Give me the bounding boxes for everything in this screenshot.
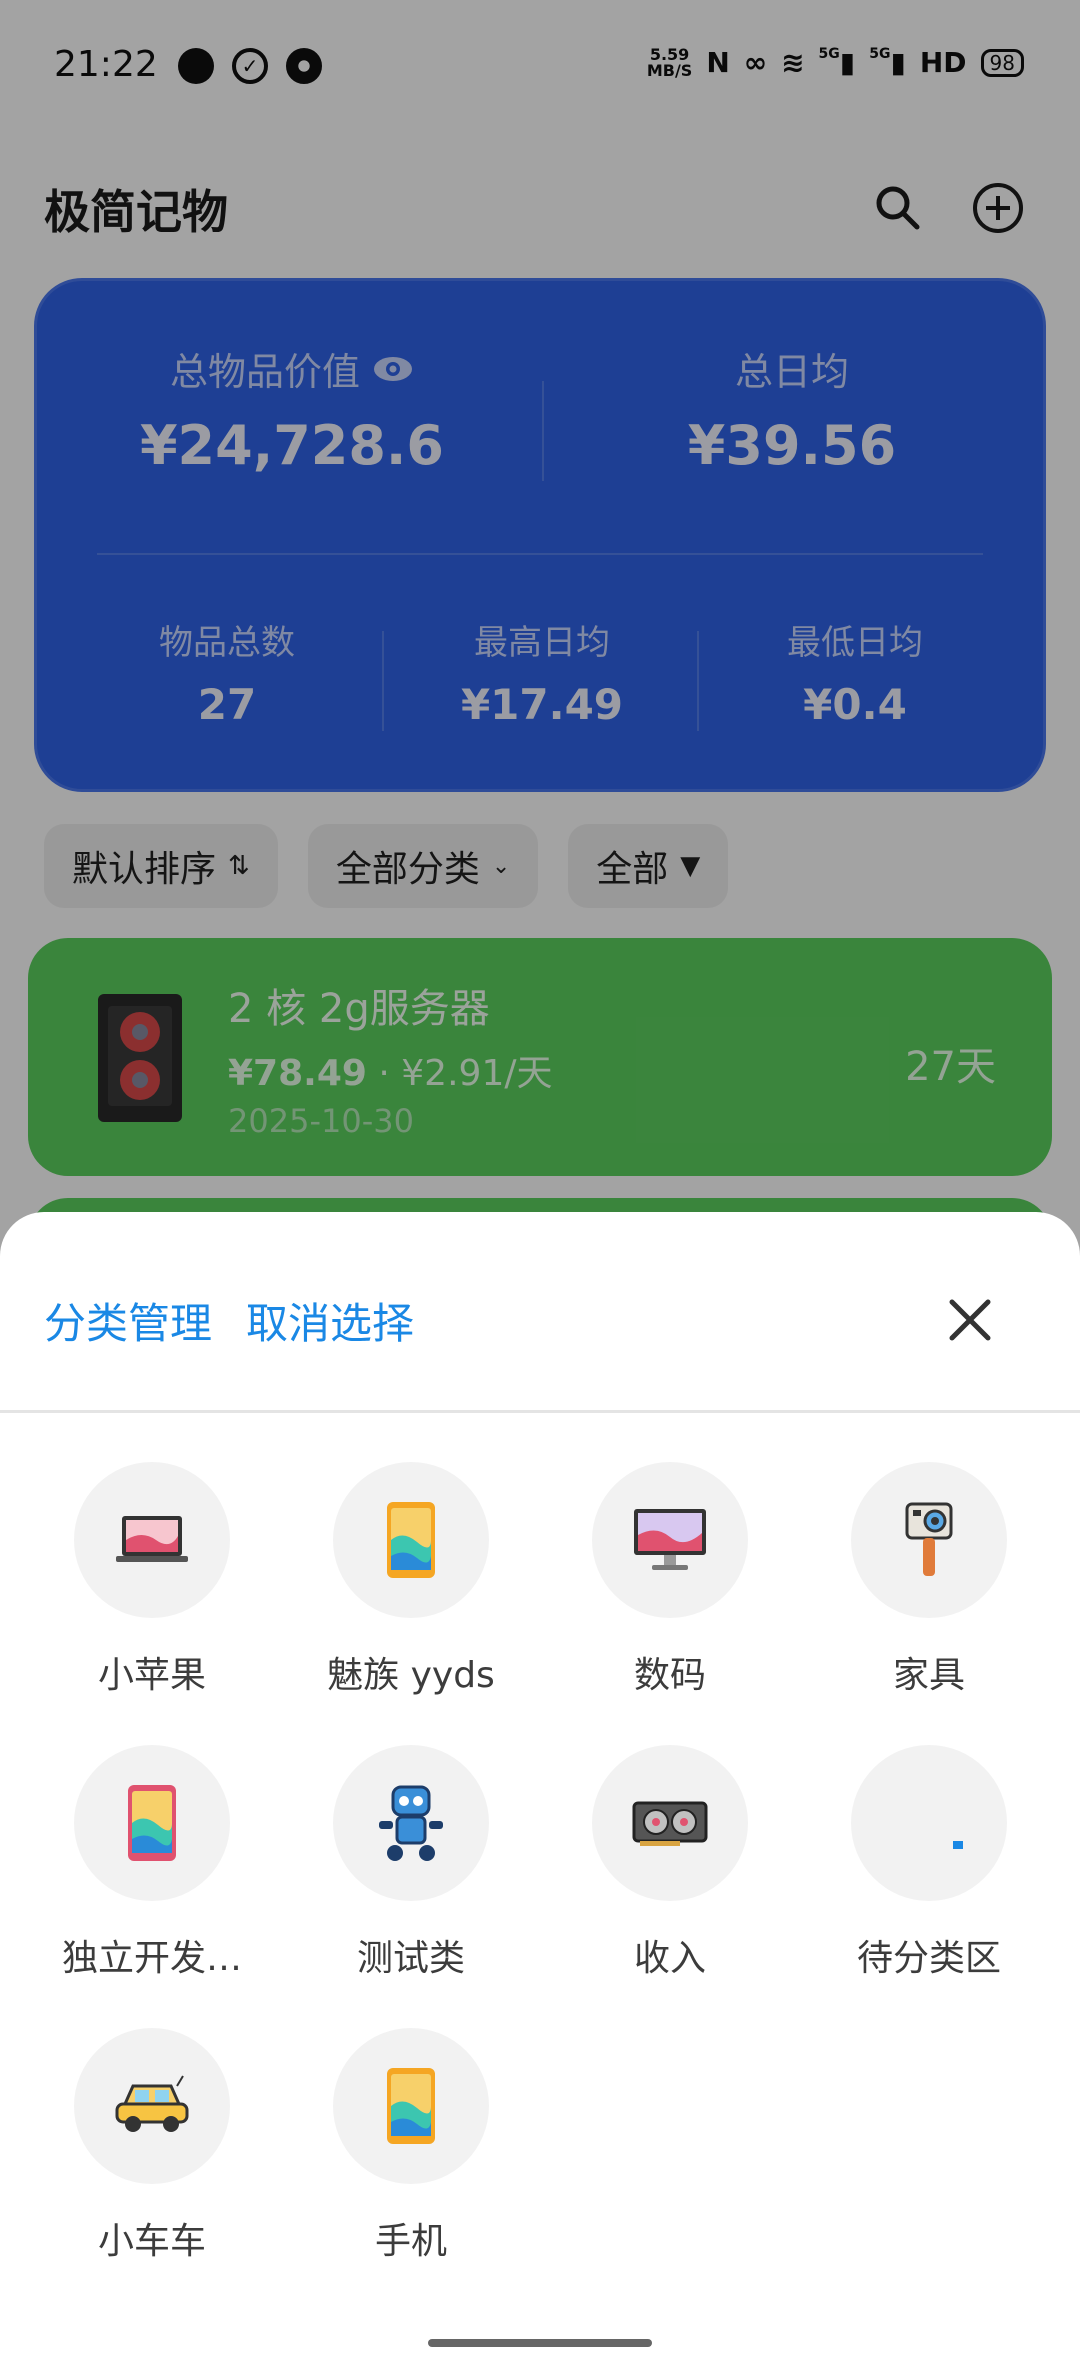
category-item[interactable]: 数码 <box>540 1462 800 1698</box>
category-icon-circle <box>74 1745 230 1901</box>
category-label: 独立开发… <box>61 1938 242 1979</box>
category-icon-circle <box>851 1745 1007 1901</box>
dot-icon <box>953 1841 963 1849</box>
phone-icon <box>128 1785 176 1861</box>
category-bottom-sheet: 分类管理 取消选择 小苹果 魅族 yyds 数码 家具 独立开发… 测试类 收入… <box>0 1212 1080 2375</box>
close-icon[interactable] <box>944 1294 996 1346</box>
category-item[interactable]: 独立开发… <box>22 1745 282 1981</box>
category-icon-circle <box>333 1462 489 1618</box>
category-icon-circle <box>74 2028 230 2184</box>
category-item[interactable]: 收入 <box>540 1745 800 1981</box>
category-item[interactable]: 待分类区 <box>799 1745 1059 1981</box>
robot-icon <box>379 1785 443 1861</box>
category-item[interactable]: 魅族 yyds <box>281 1462 541 1698</box>
divider <box>0 1410 1080 1413</box>
category-label: 数码 <box>633 1655 706 1696</box>
category-label: 魅族 yyds <box>327 1655 495 1696</box>
category-icon-circle <box>851 1462 1007 1618</box>
category-item[interactable]: 小车车 <box>22 2028 282 2264</box>
category-item[interactable]: 家具 <box>799 1462 1059 1698</box>
cancel-selection-button[interactable]: 取消选择 <box>246 1290 414 1351</box>
category-icon-circle <box>333 2028 489 2184</box>
phone-icon <box>387 2068 435 2144</box>
phone-icon <box>387 1502 435 1578</box>
category-icon-circle <box>333 1745 489 1901</box>
home-indicator[interactable] <box>428 2339 652 2347</box>
graphics-card-icon <box>632 1801 708 1846</box>
car-icon <box>115 2075 189 2132</box>
category-label: 测试类 <box>356 1938 465 1979</box>
action-camera-icon <box>905 1502 953 1576</box>
category-item[interactable]: 手机 <box>281 2028 541 2264</box>
manage-categories-button[interactable]: 分类管理 <box>44 1290 212 1351</box>
monitor-icon <box>634 1509 706 1570</box>
category-icon-circle <box>74 1462 230 1618</box>
category-label: 手机 <box>374 2221 447 2262</box>
laptop-icon <box>116 1516 188 1562</box>
category-label: 家具 <box>892 1655 965 1696</box>
category-item[interactable]: 小苹果 <box>22 1462 282 1698</box>
category-label: 小苹果 <box>97 1655 206 1696</box>
category-label: 待分类区 <box>856 1938 1001 1979</box>
category-label: 小车车 <box>97 2221 206 2262</box>
category-label: 收入 <box>633 1938 706 1979</box>
sheet-header: 分类管理 取消选择 <box>0 1212 1080 1412</box>
category-item[interactable]: 测试类 <box>281 1745 541 1981</box>
category-icon-circle <box>592 1745 748 1901</box>
category-icon-circle <box>592 1462 748 1618</box>
